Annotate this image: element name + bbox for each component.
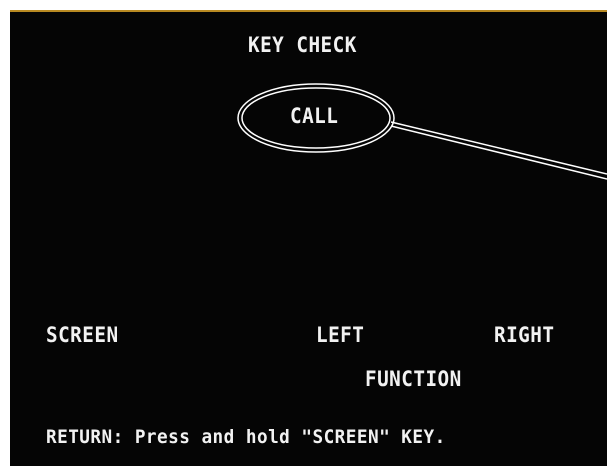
callout-leader-line-upper [390,121,607,175]
callout-annotation [237,83,607,180]
callout-leader-line-lower [390,125,607,180]
callout-ellipse-outer [237,83,395,153]
callout-ellipse-inner [241,87,391,149]
